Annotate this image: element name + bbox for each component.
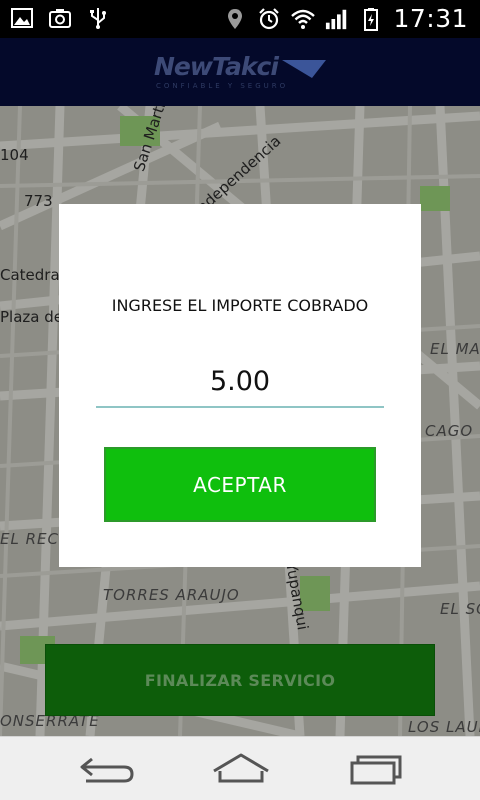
map-label: TORRES ARAUJO xyxy=(103,586,240,604)
location-icon xyxy=(228,8,243,29)
app-header: NewTakci CONFIABLE Y SEGURO xyxy=(0,38,480,106)
map-label: 773 xyxy=(24,192,53,210)
status-bar: 17:31 xyxy=(0,0,480,38)
camera-icon xyxy=(49,9,71,28)
map-label: 104 xyxy=(0,146,29,164)
wifi-icon xyxy=(291,9,316,29)
logo-arrow-icon xyxy=(282,60,326,78)
amount-input[interactable] xyxy=(96,356,384,408)
map-label: EL SO xyxy=(440,600,480,618)
image-icon xyxy=(11,8,33,28)
accept-button[interactable]: ACEPTAR xyxy=(104,447,376,522)
recents-icon[interactable] xyxy=(342,749,412,789)
back-icon[interactable] xyxy=(74,749,144,789)
logo-tagline: CONFIABLE Y SEGURO xyxy=(156,82,289,90)
signal-icon xyxy=(326,9,347,29)
home-icon[interactable] xyxy=(206,749,276,789)
battery-charging-icon xyxy=(364,7,379,31)
nav-bar xyxy=(0,736,480,800)
dialog-title: INGRESE EL IMPORTE COBRADO xyxy=(111,296,369,315)
map-label: Plaza de xyxy=(0,308,63,326)
logo-text: NewTakci xyxy=(154,52,279,81)
map-label: CAGO xyxy=(425,422,474,440)
map-label: EL MAYO xyxy=(430,340,480,358)
finalize-service-button[interactable]: FINALIZAR SERVICIO xyxy=(45,644,435,716)
amount-dialog: INGRESE EL IMPORTE COBRADO ACEPTAR xyxy=(59,204,421,567)
alarm-icon xyxy=(259,7,280,29)
status-time: 17:31 xyxy=(393,4,468,33)
usb-icon xyxy=(90,8,106,29)
app-logo: NewTakci CONFIABLE Y SEGURO xyxy=(154,52,329,96)
map-label: LOS LAUR xyxy=(408,718,480,736)
